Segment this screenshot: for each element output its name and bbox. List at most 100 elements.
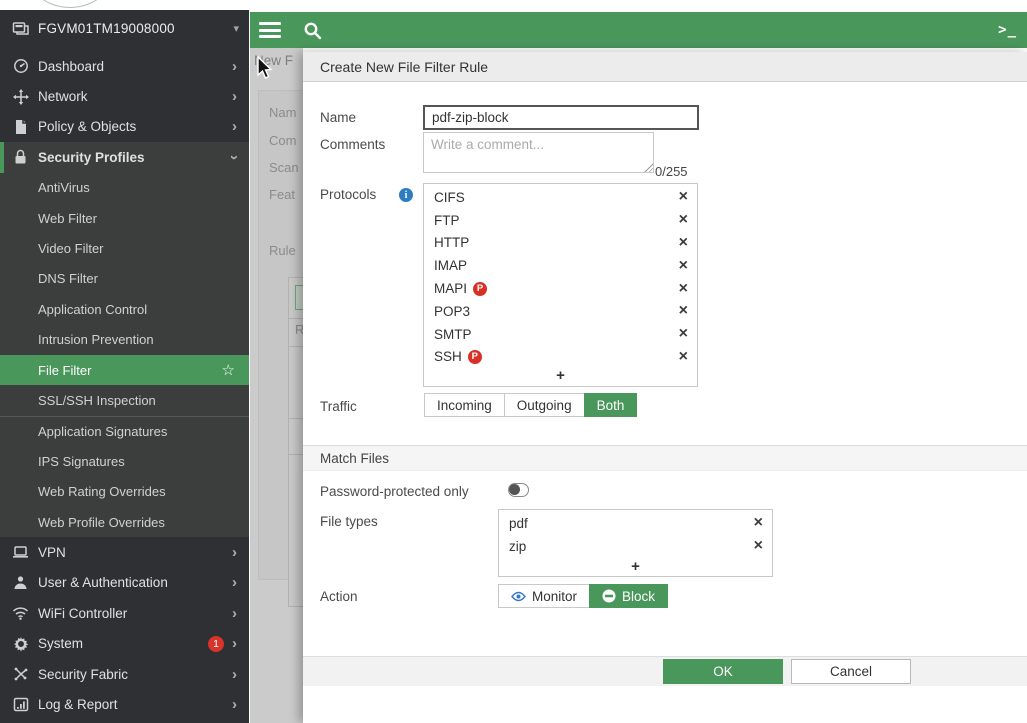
protocol-row: POP3 P × bbox=[424, 300, 697, 323]
name-label: Name bbox=[320, 110, 356, 125]
file-type-row: pdf × bbox=[499, 512, 772, 535]
file-type-row: zip × bbox=[499, 535, 772, 558]
traffic-outgoing-button[interactable]: Outgoing bbox=[504, 393, 585, 417]
add-file-type-button[interactable]: + bbox=[498, 557, 773, 575]
protocol-row: CIFS P × bbox=[424, 186, 697, 209]
submenu-item[interactable]: AntiVirus ☆ bbox=[0, 173, 249, 203]
file-types-label: File types bbox=[320, 514, 378, 529]
remove-protocol-icon[interactable]: × bbox=[679, 258, 688, 274]
ok-button[interactable]: OK bbox=[663, 659, 783, 684]
sidebar-item-log-report[interactable]: Log & Report › bbox=[0, 689, 249, 719]
action-label: Action bbox=[320, 589, 358, 604]
info-icon[interactable]: i bbox=[399, 188, 413, 202]
traffic-label: Traffic bbox=[320, 399, 357, 414]
background-form-panel: Nam Com Scan Feat Rule Ru bbox=[258, 90, 303, 580]
chevron-right-icon: › bbox=[232, 606, 237, 621]
protocol-name: FTP bbox=[434, 213, 460, 228]
protocol-row: HTTP P × bbox=[424, 232, 697, 255]
search-icon[interactable] bbox=[303, 21, 322, 40]
submenu-item[interactable]: Intrusion Prevention ☆ bbox=[0, 325, 249, 355]
submenu-item[interactable]: Video Filter ☆ bbox=[0, 233, 249, 263]
star-icon[interactable]: ☆ bbox=[222, 361, 235, 379]
remove-protocol-icon[interactable]: × bbox=[679, 349, 688, 365]
submenu-item[interactable]: Application Control ☆ bbox=[0, 294, 249, 324]
notification-badge: 1 bbox=[208, 636, 224, 652]
submenu-item[interactable]: IPS Signatures ☆ bbox=[0, 446, 249, 476]
decorative-arc bbox=[22, 0, 118, 8]
security-profiles-submenu: AntiVirus ☆ Web Filter ☆ Video Filter ☆ … bbox=[0, 173, 249, 538]
remove-protocol-icon[interactable]: × bbox=[679, 303, 688, 319]
sidebar-item-system[interactable]: System 1 › bbox=[0, 628, 249, 658]
sidebar: FGVM01TM19008000 ▾ Dashboard › Network › bbox=[0, 10, 249, 723]
sidebar-nav: Dashboard › Network › Policy & Objects › bbox=[0, 47, 249, 720]
add-protocol-button[interactable]: + bbox=[423, 366, 698, 384]
sidebar-item-vpn[interactable]: VPN › bbox=[0, 537, 249, 567]
menu-icon[interactable] bbox=[259, 19, 281, 42]
chevron-right-icon: › bbox=[232, 59, 237, 74]
background-table-header: Ru bbox=[295, 322, 303, 337]
device-icon bbox=[12, 21, 30, 37]
sidebar-item-wifi-controller[interactable]: WiFi Controller › bbox=[0, 598, 249, 628]
remove-protocol-icon[interactable]: × bbox=[679, 212, 688, 228]
cli-console-icon[interactable]: >_ bbox=[998, 22, 1017, 38]
protocol-name: MAPI bbox=[434, 281, 467, 296]
file-type-name: zip bbox=[509, 539, 526, 554]
remove-protocol-icon[interactable]: × bbox=[679, 281, 688, 297]
remove-file-type-icon[interactable]: × bbox=[754, 538, 763, 554]
network-icon bbox=[12, 88, 29, 105]
cancel-button[interactable]: Cancel bbox=[791, 659, 911, 684]
submenu-item[interactable]: SSL/SSH Inspection ☆ bbox=[0, 385, 249, 415]
device-selector[interactable]: FGVM01TM19008000 ▾ bbox=[0, 10, 249, 47]
submenu-item[interactable]: Web Rating Overrides ☆ bbox=[0, 476, 249, 506]
background-label: Scan bbox=[269, 160, 299, 175]
comments-input[interactable] bbox=[423, 132, 654, 173]
traffic-incoming-button[interactable]: Incoming bbox=[424, 393, 505, 417]
password-protected-toggle[interactable] bbox=[508, 483, 529, 497]
chevron-right-icon: › bbox=[232, 545, 237, 560]
user-icon bbox=[12, 574, 29, 591]
action-segmented-control: Monitor Block bbox=[498, 584, 668, 608]
traffic-both-button[interactable]: Both bbox=[584, 393, 638, 417]
chevron-right-icon: › bbox=[232, 575, 237, 590]
lock-icon bbox=[12, 149, 29, 166]
background-create-button bbox=[295, 285, 303, 310]
remove-protocol-icon[interactable]: × bbox=[679, 235, 688, 251]
protocol-row: IMAP P × bbox=[424, 254, 697, 277]
sidebar-item-security-profiles[interactable]: Security Profiles › bbox=[0, 142, 249, 172]
topbar: >_ bbox=[250, 12, 1027, 48]
protocol-row: FTP P × bbox=[424, 209, 697, 232]
sidebar-item-dashboard[interactable]: Dashboard › bbox=[0, 51, 249, 81]
security-profiles-section: Security Profiles › AntiVirus ☆ Web Filt… bbox=[0, 142, 249, 537]
gear-icon bbox=[12, 635, 29, 652]
submenu-item[interactable]: Web Filter ☆ bbox=[0, 203, 249, 233]
submenu-item[interactable]: Application Signatures ☆ bbox=[0, 416, 249, 446]
name-input[interactable] bbox=[423, 105, 699, 130]
background-table: Ru bbox=[288, 277, 303, 607]
sidebar-item-security-fabric[interactable]: Security Fabric › bbox=[0, 659, 249, 689]
protocol-name: SSH bbox=[434, 349, 462, 364]
background-label: Feat bbox=[269, 187, 295, 202]
dialog-title: Create New File Filter Rule bbox=[303, 52, 1027, 82]
sidebar-item-policy-objects[interactable]: Policy & Objects › bbox=[0, 112, 249, 142]
chevron-right-icon: › bbox=[232, 667, 237, 682]
action-monitor-button[interactable]: Monitor bbox=[498, 584, 590, 608]
sidebar-item-user-authentication[interactable]: User & Authentication › bbox=[0, 568, 249, 598]
remove-protocol-icon[interactable]: × bbox=[679, 326, 688, 342]
background-label: Nam bbox=[269, 105, 296, 120]
remove-file-type-icon[interactable]: × bbox=[754, 515, 763, 531]
comments-char-counter: 0/255 bbox=[655, 164, 703, 179]
laptop-icon bbox=[12, 544, 29, 561]
submenu-item[interactable]: DNS Filter ☆ bbox=[0, 264, 249, 294]
protocol-name: SMTP bbox=[434, 327, 472, 342]
policy-icon bbox=[12, 118, 29, 135]
block-icon bbox=[602, 589, 616, 603]
sidebar-item-network[interactable]: Network › bbox=[0, 81, 249, 111]
fabric-icon bbox=[12, 666, 29, 683]
submenu-item[interactable]: File Filter ☆ bbox=[0, 355, 249, 385]
action-block-button[interactable]: Block bbox=[589, 584, 668, 608]
remove-protocol-icon[interactable]: × bbox=[679, 189, 688, 205]
screen: FGVM01TM19008000 ▾ Dashboard › Network › bbox=[0, 0, 1027, 723]
proxy-badge: P bbox=[468, 350, 482, 364]
submenu-item[interactable]: Web Profile Overrides ☆ bbox=[0, 507, 249, 537]
dashboard-icon bbox=[12, 58, 29, 75]
